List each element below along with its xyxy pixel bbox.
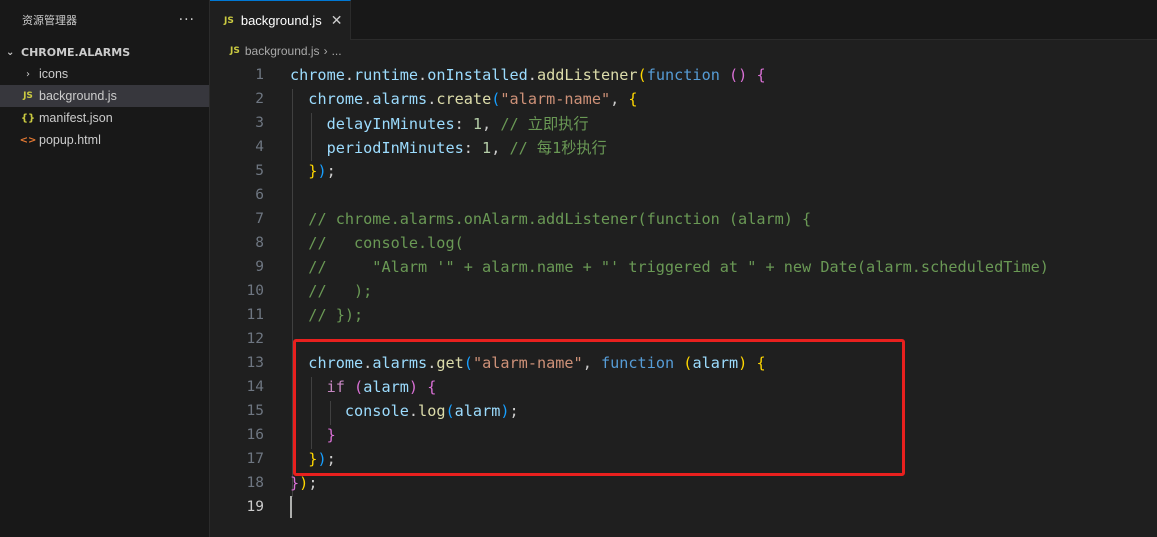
line-number: 8 xyxy=(255,235,264,251)
code-text: chrome.alarms.create("alarm-name", { xyxy=(308,90,638,108)
code-text: delayInMinutes: 1, // 立即执行 xyxy=(326,115,589,133)
tree-item-background-js[interactable]: JS background.js xyxy=(0,85,209,107)
code-line: 11 // }); xyxy=(210,303,1157,327)
explorer-header: 资源管理器 ··· xyxy=(0,0,209,40)
tree-item-icons-folder[interactable]: › icons xyxy=(0,63,209,85)
code-line: 10 // ); xyxy=(210,279,1157,303)
code-line: 7 // chrome.alarms.onAlarm.addListener(f… xyxy=(210,207,1157,231)
text-cursor xyxy=(290,496,292,518)
folder-name: CHROME.ALARMS xyxy=(21,45,131,59)
tree-item-label: popup.html xyxy=(39,133,101,147)
chevron-right-icon: › xyxy=(323,44,328,58)
chevron-right-icon: › xyxy=(26,68,30,80)
line-number: 1 xyxy=(255,67,264,83)
tree-item-manifest-json[interactable]: {} manifest.json xyxy=(0,107,209,129)
line-number: 18 xyxy=(246,475,264,491)
code-text: // ); xyxy=(308,282,373,300)
line-number: 17 xyxy=(246,451,264,467)
line-number: 9 xyxy=(255,259,264,275)
line-number: 15 xyxy=(246,403,264,419)
code-line: 2 chrome.alarms.create("alarm-name", { xyxy=(210,87,1157,111)
code-text: }); xyxy=(290,474,318,492)
line-number: 7 xyxy=(255,211,264,227)
tree-item-label: background.js xyxy=(39,89,117,103)
code-line: 6 xyxy=(210,183,1157,207)
breadcrumb-symbol[interactable]: ... xyxy=(332,44,342,58)
editor-pane: JS background.js ✕ JS background.js › ..… xyxy=(210,0,1157,537)
tree-item-label: manifest.json xyxy=(39,111,113,125)
code-line: 1 chrome.runtime.onInstalled.addListener… xyxy=(210,63,1157,87)
line-number: 5 xyxy=(255,163,264,179)
code-text: // }); xyxy=(308,306,364,324)
close-icon[interactable]: ✕ xyxy=(331,12,343,29)
js-file-icon: JS xyxy=(230,46,240,56)
tab-bar: JS background.js ✕ xyxy=(210,0,1157,40)
tab-background-js[interactable]: JS background.js ✕ xyxy=(210,0,351,40)
more-actions-icon[interactable]: ··· xyxy=(179,12,195,28)
code-editor[interactable]: 1 chrome.runtime.onInstalled.addListener… xyxy=(210,63,1157,537)
code-line: 3 delayInMinutes: 1, // 立即执行 xyxy=(210,111,1157,135)
code-line: 4 periodInMinutes: 1, // 每1秒执行 xyxy=(210,135,1157,159)
breadcrumb: JS background.js › ... xyxy=(210,40,1157,62)
code-line: 9 // "Alarm '" + alarm.name + "' trigger… xyxy=(210,255,1157,279)
line-number: 16 xyxy=(246,427,264,443)
code-text: chrome.runtime.onInstalled.addListener(f… xyxy=(290,66,766,84)
tree-item-label: icons xyxy=(39,67,69,81)
line-number: 6 xyxy=(255,187,264,203)
line-number: 3 xyxy=(255,115,264,131)
line-number: 11 xyxy=(246,307,264,323)
line-number: 4 xyxy=(255,139,264,155)
html-file-icon: <> xyxy=(19,134,37,146)
js-file-icon: JS xyxy=(23,91,33,101)
highlight-annotation-box xyxy=(293,339,905,476)
explorer-title: 资源管理器 xyxy=(22,14,77,27)
js-file-icon: JS xyxy=(224,15,234,26)
tree-item-popup-html[interactable]: <> popup.html xyxy=(0,129,209,151)
line-number: 14 xyxy=(246,379,264,395)
code-text: // console.log( xyxy=(308,234,464,252)
code-line: 19 xyxy=(210,495,1157,519)
code-text: // "Alarm '" + alarm.name + "' triggered… xyxy=(308,258,1049,276)
line-number: 19 xyxy=(246,499,264,515)
chevron-down-icon: ⌄ xyxy=(6,46,15,58)
code-line: 5 }); xyxy=(210,159,1157,183)
explorer-sidebar: 资源管理器 ··· ⌄ CHROME.ALARMS › icons JS bac… xyxy=(0,0,210,537)
line-number: 10 xyxy=(246,283,264,299)
json-file-icon: {} xyxy=(20,112,36,124)
code-text: periodInMinutes: 1, // 每1秒执行 xyxy=(326,139,607,157)
folder-section-header[interactable]: ⌄ CHROME.ALARMS xyxy=(0,41,209,63)
code-text: // chrome.alarms.onAlarm.addListener(fun… xyxy=(308,210,812,228)
tab-label: background.js xyxy=(240,13,322,28)
breadcrumb-file[interactable]: background.js xyxy=(245,44,320,58)
line-number: 13 xyxy=(246,355,264,371)
code-line: 8 // console.log( xyxy=(210,231,1157,255)
line-number: 12 xyxy=(246,331,264,347)
line-number: 2 xyxy=(255,91,264,107)
code-text: }); xyxy=(308,162,336,180)
